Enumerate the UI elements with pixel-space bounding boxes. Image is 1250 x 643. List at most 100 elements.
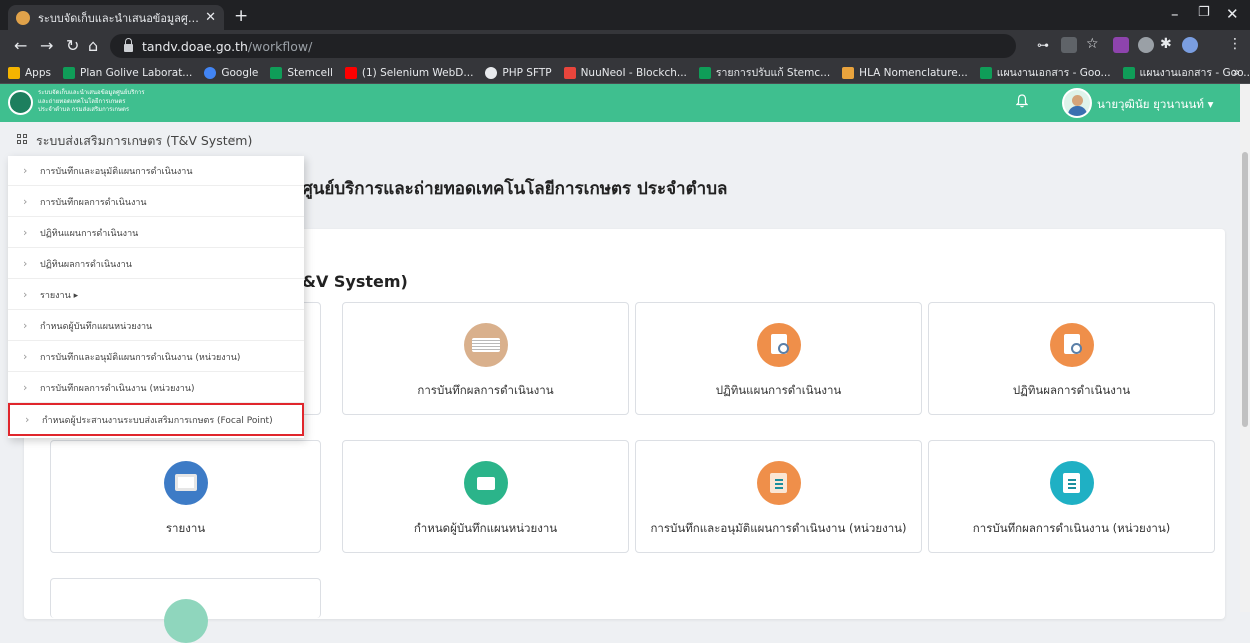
tab-close-icon[interactable]: ✕ [205, 10, 216, 25]
key-icon[interactable]: ⊶ [1037, 38, 1049, 52]
reload-icon[interactable]: ↻ [66, 36, 79, 55]
favicon-icon [16, 10, 30, 25]
bookmark-item[interactable]: รายการปรับแก้ Stemc... [698, 64, 831, 81]
menu-item-plan-calendar[interactable]: › ปฏิทินแผนการดำเนินงาน [8, 218, 304, 248]
menu-item-label: การบันทึกผลการดำเนินงาน (หน่วยงาน) [40, 383, 195, 394]
page-scrollbar[interactable] [1240, 84, 1250, 612]
report-board-icon [163, 461, 208, 505]
chevron-right-icon: › [23, 288, 28, 301]
card-plan-calendar[interactable]: ปฏิทินแผนการดำเนินงาน [635, 302, 922, 415]
bookmark-label: แผนงานเอกสาร - Goo... [996, 67, 1111, 79]
card-partial[interactable] [50, 578, 321, 643]
menu-dots-icon[interactable]: ⋮ [1228, 36, 1242, 52]
sheets-icon [62, 66, 75, 79]
card-record-unit-results[interactable]: การบันทึกผลการดำเนินงาน (หน่วยงาน) [928, 440, 1215, 553]
minimize-icon[interactable]: – [1171, 5, 1179, 23]
chevron-right-icon: › [23, 257, 28, 270]
chevron-right-icon: › [23, 350, 28, 363]
user-name-dropdown[interactable]: นายวุฒินัย ยุวนานนท์ ▾ [1097, 96, 1213, 114]
bookmarks-overflow-icon[interactable]: » [1233, 65, 1240, 79]
bookmark-label: Plan Golive Laborat... [79, 66, 193, 79]
bookmark-label: รายการปรับแก้ Stemc... [715, 67, 831, 79]
folder-icon [463, 461, 508, 505]
bookmark-item[interactable]: HLA Nomenclature... [842, 66, 968, 79]
bookmark-item[interactable]: Apps [8, 66, 51, 79]
partial-card-icon [163, 599, 208, 643]
home-icon[interactable]: ⌂ [88, 36, 98, 55]
bookmark-item[interactable]: PHP SFTP [485, 66, 552, 79]
menu-item-label: กำหนดผู้บันทึกแผนหน่วยงาน [40, 321, 153, 332]
card-label: ปฏิทินผลการดำเนินงาน [1012, 383, 1131, 397]
document-search-icon [1049, 323, 1094, 367]
doae-logo-icon[interactable] [8, 90, 33, 115]
chevron-right-icon: › [23, 381, 28, 394]
bookmark-label: PHP SFTP [502, 66, 552, 79]
window-close-icon[interactable]: ✕ [1226, 5, 1239, 23]
grid-menu-icon[interactable] [17, 134, 28, 145]
card-label: การบันทึกผลการดำเนินงาน [417, 383, 554, 397]
chevron-right-icon: › [25, 413, 30, 426]
system-selector-bar: ระบบส่งเสริมการเกษตร (T&V System) ⌄ [0, 122, 1240, 156]
chevron-right-icon: › [23, 195, 28, 208]
google-icon [204, 66, 217, 79]
card-label: รายงาน [165, 521, 206, 535]
system-title[interactable]: ระบบส่งเสริมการเกษตร (T&V System) [36, 131, 252, 151]
menu-item-record-results[interactable]: › การบันทึกผลการดำเนินงาน [8, 187, 304, 217]
bookmarks-bar: Apps Plan Golive Laborat... Google Stemc… [0, 62, 1250, 84]
card-report[interactable]: รายงาน [50, 440, 321, 553]
url-path: /workflow/ [247, 38, 313, 54]
bookmark-star-icon[interactable]: ☆ [1086, 36, 1099, 52]
maximize-icon[interactable]: ❐ [1198, 5, 1210, 20]
sign-document-icon [756, 461, 801, 505]
globe-icon [485, 66, 498, 79]
menu-item-results-calendar[interactable]: › ปฏิทินผลการดำเนินงาน [8, 249, 304, 279]
extension-icon[interactable] [1113, 37, 1129, 53]
menu-item-record-approve-plan[interactable]: › การบันทึกและอนุมัติแผนการดำเนินงาน [8, 156, 304, 186]
camera-extension-icon[interactable] [1138, 37, 1154, 53]
menu-item-record-unit-results[interactable]: › การบันทึกผลการดำเนินงาน (หน่วยงาน) [8, 373, 304, 403]
card-assign-plan-recorder[interactable]: กำหนดผู้บันทึกแผนหน่วยงาน [342, 440, 629, 553]
notification-bell-icon[interactable] [1016, 94, 1028, 108]
puzzle-icon[interactable]: ✱ [1160, 36, 1172, 52]
bookmark-item[interactable]: (1) Selenium WebD... [344, 66, 473, 79]
chevron-right-icon: › [23, 319, 28, 332]
card-record-results[interactable]: การบันทึกผลการดำเนินงาน [342, 302, 629, 415]
card-results-calendar[interactable]: ปฏิทินผลการดำเนินงาน [928, 302, 1215, 415]
bookmark-item[interactable]: Plan Golive Laborat... [62, 66, 193, 79]
menu-item-assign-plan-recorder[interactable]: › กำหนดผู้บันทึกแผนหน่วยงาน [8, 311, 304, 341]
bookmark-item[interactable]: Stemcell [270, 66, 333, 79]
bookmark-item[interactable]: แผนงานเอกสาร - Goo... [979, 64, 1111, 81]
user-avatar[interactable] [1062, 88, 1092, 118]
address-bar[interactable]: tandv.doae.go.th/workflow/ [110, 34, 1016, 58]
panel-title: &V System) [302, 272, 408, 291]
back-icon[interactable]: ← [14, 36, 27, 55]
card-record-approve-unit-plan[interactable]: การบันทึกและอนุมัติแผนการดำเนินงาน (หน่ว… [635, 440, 922, 553]
bookmark-item[interactable]: NuuNeoI - Blockch... [563, 66, 687, 79]
avatar-head [1072, 95, 1083, 106]
menu-item-record-approve-unit-plan[interactable]: › การบันทึกและอนุมัติแผนการดำเนินงาน (หน… [8, 342, 304, 372]
scrollbar-thumb[interactable] [1242, 152, 1248, 427]
site-header: ระบบจัดเก็บและนำเสนอข้อมูลศูนย์บริการ แล… [0, 84, 1240, 122]
bookmark-label: Stemcell [287, 66, 333, 79]
apps-grid-icon [8, 66, 20, 79]
bookmark-item[interactable]: แผนงานเอกสาร - Goo... [1122, 64, 1250, 81]
chevron-down-icon[interactable]: ⌄ [228, 130, 237, 143]
menu-item-label: การบันทึกผลการดำเนินงาน [40, 197, 147, 208]
hla-icon [842, 66, 855, 79]
chevron-right-icon: › [23, 226, 28, 239]
browser-tab[interactable]: ระบบจัดเก็บและนำเสนอข้อมูลศูนย์บริการ ✕ [8, 5, 224, 30]
browser-tab-bar: ระบบจัดเก็บและนำเสนอข้อมูลศูนย์บริการ ✕ … [0, 0, 1250, 30]
menu-item-label: การบันทึกและอนุมัติแผนการดำเนินงาน (หน่ว… [40, 352, 241, 363]
new-tab-icon[interactable]: + [234, 6, 248, 26]
profile-icon[interactable] [1182, 37, 1198, 53]
forward-icon[interactable]: → [40, 36, 53, 55]
menu-item-report[interactable]: › รายงาน ▸ [8, 280, 304, 310]
chevron-right-icon: › [23, 164, 28, 177]
bookmark-item[interactable]: Google [204, 66, 258, 79]
menu-item-label: ปฏิทินแผนการดำเนินงาน [40, 228, 139, 239]
page-title: ศูนย์บริการและถ่ายทอดเทคโนโลยีการเกษตร ป… [302, 179, 728, 199]
sheets-icon [698, 66, 711, 79]
menu-item-label: ปฏิทินผลการดำเนินงาน [40, 259, 132, 270]
menu-item-focal-point[interactable]: › กำหนดผู้ประสานงานระบบส่งเสริมการเกษตร … [8, 403, 304, 436]
translate-icon[interactable] [1061, 37, 1077, 53]
